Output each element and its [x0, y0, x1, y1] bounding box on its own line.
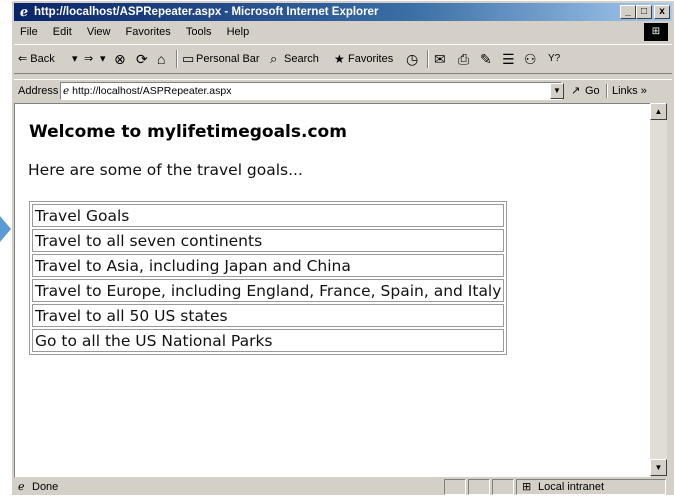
table-header: Travel Goals: [32, 204, 505, 227]
table-row: Travel to all 50 US states: [32, 304, 505, 327]
go-button[interactable]: Go: [585, 80, 600, 102]
menu-edit[interactable]: Edit: [53, 26, 72, 38]
address-label: Address: [18, 85, 59, 97]
title-bar: ℯ http://localhost/ASPRepeater.aspx - Mi…: [14, 3, 672, 21]
forward-button[interactable]: ⇒: [84, 45, 93, 73]
table-row: Go to all the US National Parks: [32, 329, 505, 352]
forward-dropdown-icon[interactable]: ▾: [100, 45, 106, 73]
menu-tools[interactable]: Tools: [186, 26, 212, 38]
menu-view[interactable]: View: [87, 26, 111, 38]
status-text: Done: [32, 481, 59, 493]
vertical-scrollbar[interactable]: ▲ ▼: [650, 103, 667, 476]
address-input[interactable]: ℯ http://localhost/ASPRepeater.aspx: [60, 82, 562, 100]
favorites-icon: ★: [334, 52, 345, 66]
windows-throbber-icon: ⊞: [644, 23, 668, 41]
search-button[interactable]: Search: [284, 45, 319, 73]
page-icon: ℯ: [63, 85, 73, 97]
favorites-button[interactable]: Favorites: [348, 45, 393, 73]
go-arrow-icon[interactable]: ↗: [571, 80, 580, 102]
address-bar: Address ℯ http://localhost/ASPRepeater.a…: [14, 79, 672, 102]
personal-bar-button[interactable]: Personal Bar: [196, 45, 260, 73]
personal-bar-icon: ▭: [182, 51, 195, 66]
status-page-icon: ℯ: [18, 481, 25, 493]
page-heading: Welcome to mylifetimegoals.com: [29, 122, 347, 142]
links-button[interactable]: Links »: [612, 80, 647, 102]
intranet-icon: ⊞: [522, 481, 532, 493]
table-row: Travel to Asia, including Japan and Chin…: [32, 254, 505, 277]
more-tools-icon[interactable]: Y?: [548, 45, 560, 73]
goals-table: Travel Goals Travel to all seven contine…: [29, 201, 508, 355]
menu-bar: File Edit View Favorites Tools Help ⊞: [14, 22, 672, 42]
stop-icon[interactable]: ⊗: [114, 45, 126, 73]
discuss-icon[interactable]: ☰: [502, 45, 515, 73]
standard-toolbar: ⇐ Back ▾ ⇒ ▾ ⊗ ⟳ ⌂ ▭ Personal Bar ⌕ Sear…: [14, 44, 672, 74]
print-icon[interactable]: ⎙: [458, 45, 469, 73]
back-dropdown-icon[interactable]: ▾: [72, 45, 78, 73]
table-row: Travel to all seven continents: [32, 229, 505, 252]
status-bar: ℯ Done ⊞ Local intranet: [14, 478, 672, 496]
menu-help[interactable]: Help: [227, 26, 250, 38]
scroll-up-icon[interactable]: ▲: [650, 103, 667, 120]
table-row: Travel to Europe, including England, Fra…: [32, 279, 505, 302]
menu-favorites[interactable]: Favorites: [126, 26, 171, 38]
ie-logo-icon: ℯ: [19, 4, 29, 19]
search-icon: ⌕: [270, 51, 278, 66]
refresh-icon[interactable]: ⟳: [136, 45, 148, 73]
history-icon[interactable]: ◷: [406, 45, 418, 73]
close-button[interactable]: x: [654, 5, 670, 19]
menu-file[interactable]: File: [20, 26, 38, 38]
messenger-icon[interactable]: ⚇: [524, 45, 537, 73]
mail-icon[interactable]: ✉: [434, 45, 446, 73]
back-button[interactable]: ⇐ Back: [18, 45, 55, 73]
edit-icon[interactable]: ✎: [480, 45, 492, 73]
scroll-down-icon[interactable]: ▼: [650, 459, 667, 476]
address-dropdown-icon[interactable]: ▼: [550, 83, 564, 99]
home-icon[interactable]: ⌂: [157, 45, 165, 73]
zone-text: Local intranet: [538, 481, 605, 493]
window-title: http://localhost/ASPRepeater.aspx - Micr…: [34, 6, 379, 18]
maximize-button[interactable]: □: [636, 5, 652, 19]
browser-window: ℯ http://localhost/ASPRepeater.aspx - Mi…: [11, 0, 674, 495]
page-content: Welcome to mylifetimegoals.com Here are …: [14, 103, 651, 477]
address-value: http://localhost/ASPRepeater.aspx: [72, 85, 232, 97]
callout-arrow: [0, 216, 11, 242]
minimize-button[interactable]: _: [620, 5, 636, 19]
intro-text: Here are some of the travel goals...: [28, 161, 303, 179]
